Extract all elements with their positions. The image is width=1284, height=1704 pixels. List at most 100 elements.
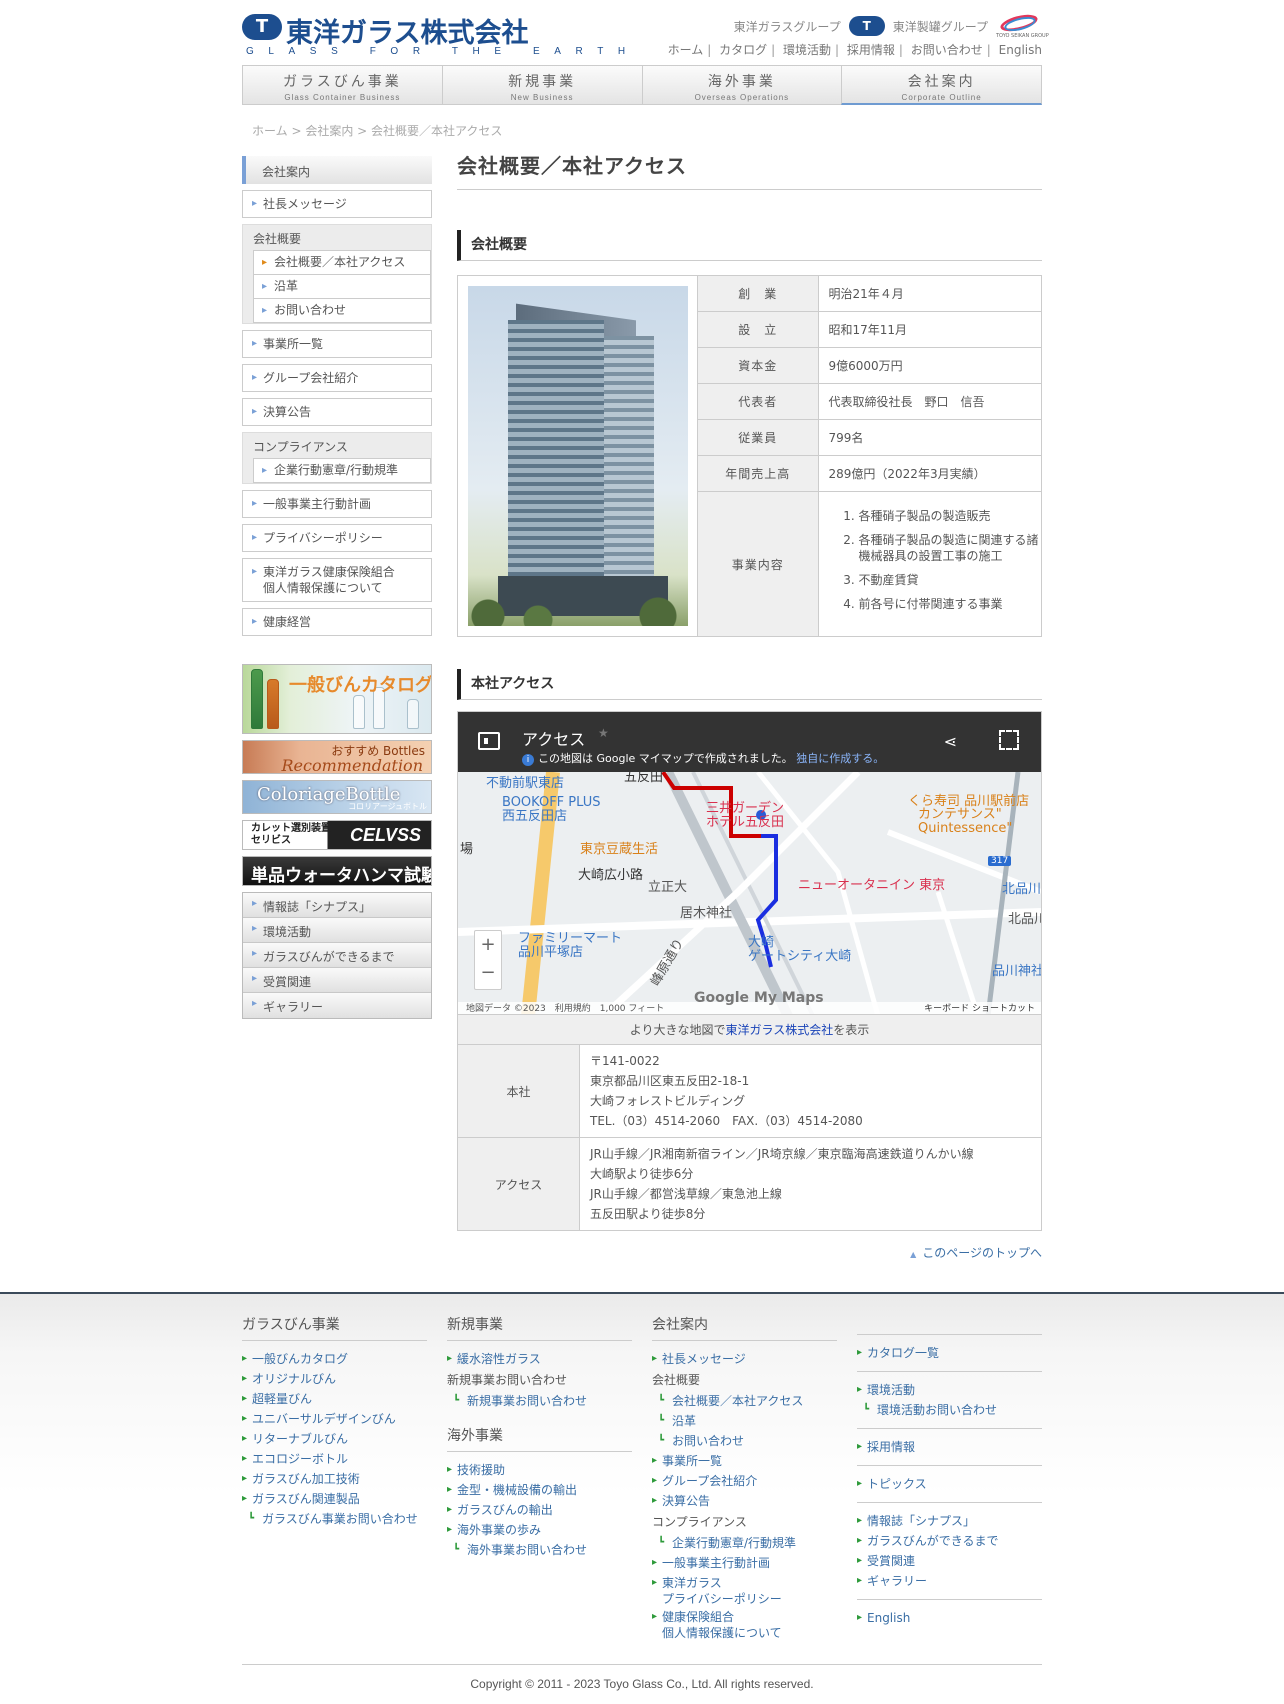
table-row: 本社 〒141-0022 東京都品川区東五反田2-18-1 大崎フォレストビルデ… <box>457 1045 1042 1138</box>
footer-sublink[interactable]: お問い合わせ <box>652 1431 837 1451</box>
zoom-out-button[interactable]: − <box>475 959 501 987</box>
footer-sublink[interactable]: ガラスびん事業お問い合わせ <box>242 1509 427 1529</box>
fullscreen-icon[interactable] <box>999 730 1019 750</box>
map-legend-toggle-icon[interactable] <box>478 732 500 750</box>
footer-link[interactable]: 緩水溶性ガラス <box>447 1349 632 1369</box>
banner-water-hammer[interactable]: 単品ウォータハンマ試験機 <box>242 856 432 886</box>
footer-link[interactable]: 技術援助 <box>447 1460 632 1480</box>
sidebar-heading[interactable]: 会社案内 <box>242 156 432 184</box>
footer-link[interactable]: 情報誌「シナプス」 <box>857 1511 1042 1531</box>
group-link-toyoglass[interactable]: 東洋ガラスグループ <box>734 18 841 35</box>
footer-link[interactable]: 海外事業の歩み <box>447 1520 632 1540</box>
sidebar-item-offices[interactable]: 事業所一覧 <box>242 330 432 358</box>
footer-link[interactable]: オリジナルびん <box>242 1369 427 1389</box>
access-line: 大崎駅より徒歩6分 <box>590 1167 694 1181</box>
footer-link[interactable]: 受賞関連 <box>857 1551 1042 1571</box>
back-to-top-link[interactable]: このページのトップへ <box>910 1244 1042 1261</box>
address-table: 本社 〒141-0022 東京都品川区東五反田2-18-1 大崎フォレストビルデ… <box>457 1045 1042 1231</box>
keyboard-shortcuts-link[interactable]: キーボード ショートカット <box>924 1002 1035 1014</box>
footer-sublink[interactable]: 環境活動お問い合わせ <box>857 1400 1042 1420</box>
footer-link[interactable]: 社長メッセージ <box>652 1349 837 1369</box>
sidebar-sub-overview-access[interactable]: 会社概要／本社アクセス <box>253 250 431 274</box>
sidebar-item-financial[interactable]: 決算公告 <box>242 398 432 426</box>
section-title-access: 本社アクセス <box>457 669 1042 700</box>
gnav-new-business[interactable]: 新規事業 New Business <box>441 65 642 105</box>
footer-link[interactable]: ガラスびん加工技術 <box>242 1469 427 1489</box>
footer-link[interactable]: 環境活動 <box>857 1380 1042 1400</box>
breadcrumb-corporate[interactable]: 会社案内 <box>305 124 353 138</box>
footer-link[interactable]: カタログ一覧 <box>857 1343 1042 1363</box>
sidebar-link-how-made[interactable]: ガラスびんができるまで <box>243 943 431 968</box>
sidebar-sub-history[interactable]: 沿革 <box>253 274 431 298</box>
footer-sublink[interactable]: 沿革 <box>652 1411 837 1431</box>
footer-sublink[interactable]: 企業行動憲章/行動規準 <box>652 1533 837 1553</box>
footer-link[interactable]: 一般びんカタログ <box>242 1349 427 1369</box>
footer-link[interactable]: ガラスびんの輸出 <box>447 1500 632 1520</box>
sidebar-link-gallery[interactable]: ギャラリー <box>243 993 431 1018</box>
sidebar-item-action-plan[interactable]: 一般事業主行動計画 <box>242 490 432 518</box>
topnav-recruit[interactable]: 採用情報 <box>847 43 895 57</box>
topnav-catalog[interactable]: カタログ <box>719 43 767 57</box>
topnav-contact[interactable]: お問い合わせ <box>911 43 983 57</box>
sidebar-item-health-management[interactable]: 健康経営 <box>242 608 432 636</box>
footer-link[interactable]: 東洋ガラス プライバシーポリシー <box>652 1575 837 1607</box>
banner-cullet-left: カレット選別装置 セリビス <box>251 823 331 846</box>
zoom-in-button[interactable]: + <box>475 931 501 959</box>
share-icon[interactable]: ⋖ <box>944 732 957 751</box>
footer-link[interactable]: 超軽量びん <box>242 1389 427 1409</box>
footer-link[interactable]: エコロジーボトル <box>242 1449 427 1469</box>
banner-recommendation[interactable]: おすすめ Bottles Recommendation <box>242 740 432 774</box>
footer-link[interactable]: ガラスびん関連製品 <box>242 1489 427 1509</box>
footer-link[interactable]: 採用情報 <box>857 1437 1042 1457</box>
group-link-toyoseikan[interactable]: 東洋製罐グループ <box>893 18 988 35</box>
sidebar-sub-contact[interactable]: お問い合わせ <box>253 298 431 323</box>
info-value: 各種硝子製品の製造販売 各種硝子製品の製造に関連する諸機械器具の設置工事の施工 … <box>818 492 1041 636</box>
footer-sublink[interactable]: 新規事業お問い合わせ <box>447 1391 632 1411</box>
footer-link[interactable]: ガラスびんができるまで <box>857 1531 1042 1551</box>
sidebar-item-message[interactable]: 社長メッセージ <box>242 190 432 218</box>
footer-link-english[interactable]: English <box>857 1608 1042 1628</box>
topnav-environment[interactable]: 環境活動 <box>783 43 831 57</box>
gnav-corporate[interactable]: 会社案内 Corporate Outline <box>841 65 1042 105</box>
footer-link[interactable]: 健康保険組合 個人情報保護について <box>652 1609 837 1641</box>
sidebar-link-environment[interactable]: 環境活動 <box>243 918 431 943</box>
table-row: 代表者 代表取締役社長 野口 信吾 <box>698 383 1041 421</box>
banner-celvss[interactable]: カレット選別装置 セリビス CELVSS <box>242 820 432 850</box>
footer-link[interactable]: 決算公告 <box>652 1491 837 1511</box>
breadcrumb-home[interactable]: ホーム <box>252 124 288 138</box>
main-content: 会社概要／本社アクセス 会社概要 創 業明治21年４月 設 立昭和17年11月 … <box>457 150 1042 1231</box>
footer-sublink[interactable]: 会社概要／本社アクセス <box>652 1391 837 1411</box>
map-attribution[interactable]: 地図データ ©2023 利用規約 1,000 フィート <box>466 1004 664 1014</box>
sidebar-item-privacy[interactable]: プライバシーポリシー <box>242 524 432 552</box>
footer-link[interactable]: グループ会社紹介 <box>652 1471 837 1491</box>
larger-map-link[interactable]: 東洋ガラス株式会社 <box>725 1023 833 1037</box>
footer-link[interactable]: リターナブルびん <box>242 1429 427 1449</box>
photo-cell <box>458 276 698 636</box>
sidebar-link-awards[interactable]: 受賞関連 <box>243 968 431 993</box>
gnav-overseas[interactable]: 海外事業 Overseas Operations <box>641 65 842 105</box>
sidebar-sub-code-of-conduct[interactable]: 企業行動憲章/行動規準 <box>253 458 431 483</box>
gnav-glass-container[interactable]: ガラスびん事業 Glass Container Business <box>242 65 442 105</box>
footer-link[interactable]: 一般事業主行動計画 <box>652 1553 837 1573</box>
footer-link[interactable]: 金型・機械設備の輸出 <box>447 1480 632 1500</box>
map-create-link[interactable]: 独自に作成する。 <box>796 752 884 765</box>
sidebar-group-title[interactable]: コンプライアンス <box>243 433 431 458</box>
google-map-embed[interactable]: アクセス ★ i この地図は Google マイマップで作成されました。 独自に作… <box>457 711 1042 1015</box>
footer-sublink[interactable]: 海外事業お問い合わせ <box>447 1540 632 1560</box>
sidebar-link-synapse[interactable]: 情報誌「シナプス」 <box>243 893 431 918</box>
map-canvas[interactable]: 不動前駅東店 BOOKOFF PLUS 西五反田店 東京豆蔵生活 大崎広小路 立… <box>458 769 1041 1014</box>
star-icon[interactable]: ★ <box>598 726 609 740</box>
footer-link[interactable]: ギャラリー <box>857 1571 1042 1591</box>
sidebar-item-group-companies[interactable]: グループ会社紹介 <box>242 364 432 392</box>
footer-link[interactable]: ユニバーサルデザインびん <box>242 1409 427 1429</box>
footer-link[interactable]: トピックス <box>857 1474 1042 1494</box>
table-row: 年間売上高 289億円（2022年3月実績） <box>698 455 1041 493</box>
banner-catalog[interactable]: 一般びんカタログ <box>242 664 432 734</box>
sidebar-item-health-insurance[interactable]: 東洋ガラス健康保険組合 個人情報保護について <box>242 558 432 602</box>
topnav-english[interactable]: English <box>999 43 1042 57</box>
sidebar-group-title[interactable]: 会社概要 <box>243 225 431 250</box>
banner-coloriage[interactable]: ColoriageBottle コロリアージュボトル <box>242 780 432 814</box>
info-label: 事業内容 <box>698 491 819 636</box>
topnav-home[interactable]: ホーム <box>668 43 704 57</box>
footer-link[interactable]: 事業所一覧 <box>652 1451 837 1471</box>
